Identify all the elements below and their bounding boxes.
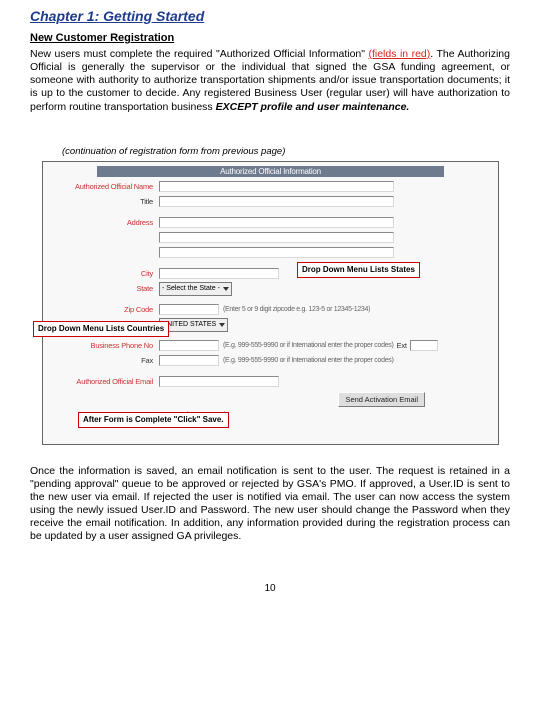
callout-countries-text: Drop Down Menu Lists Countries: [38, 324, 164, 333]
zip-field[interactable]: [159, 304, 219, 315]
callout-states: Drop Down Menu Lists States: [297, 262, 420, 279]
callout-save: After Form is Complete "Click" Save.: [78, 412, 229, 429]
label-email: Authorized Official Email: [43, 377, 159, 386]
fields-in-red: (fields in red): [368, 48, 430, 60]
email-field[interactable]: [159, 376, 279, 387]
chevron-down-icon: [219, 323, 225, 327]
registration-form-screenshot: Authorized Official Information Authoriz…: [42, 161, 499, 445]
label-city: City: [43, 269, 159, 278]
send-activation-email-button[interactable]: Send Activation Email: [338, 392, 425, 407]
closing-paragraph: Once the information is saved, an email …: [30, 465, 510, 544]
chevron-down-icon: [223, 287, 229, 291]
label-name: Authorized Official Name: [43, 182, 159, 191]
label-phone: Business Phone No: [43, 341, 159, 350]
state-select-value: - Select the State -: [162, 284, 220, 294]
fax-hint: (E.g. 999-555-9990 or if International e…: [223, 357, 394, 364]
label-address: Address: [43, 218, 159, 227]
section-title: New Customer Registration: [30, 32, 510, 44]
address-field-1[interactable]: [159, 217, 394, 228]
label-ext: Ext: [394, 341, 410, 350]
zip-hint: (Enter 5 or 9 digit zipcode e.g. 123-5 o…: [223, 306, 370, 313]
callout-states-text: Drop Down Menu Lists States: [302, 265, 415, 274]
label-title: Title: [43, 197, 159, 206]
title-field[interactable]: [159, 196, 394, 207]
except-clause: EXCEPT profile and user maintenance.: [216, 101, 410, 113]
fax-field[interactable]: [159, 355, 219, 366]
label-fax: Fax: [43, 356, 159, 365]
intro-paragraph: New users must complete the required "Au…: [30, 48, 510, 114]
callout-countries: Drop Down Menu Lists Countries: [33, 321, 169, 338]
chapter-title: Chapter 1: Getting Started: [30, 8, 510, 24]
ext-field[interactable]: [410, 340, 438, 351]
city-field[interactable]: [159, 268, 279, 279]
phone-hint: (E.g. 999-555-9990 or if International e…: [223, 342, 394, 349]
name-field[interactable]: [159, 181, 394, 192]
intro-text-a: New users must complete the required "Au…: [30, 48, 368, 60]
label-state: State: [43, 284, 159, 293]
address-field-3[interactable]: [159, 247, 394, 258]
callout-save-text: After Form is Complete "Click" Save.: [83, 415, 224, 424]
country-select-value: UNITED STATES: [162, 320, 216, 330]
label-zip: Zip Code: [43, 305, 159, 314]
form-section-header: Authorized Official Information: [97, 166, 444, 177]
address-field-2[interactable]: [159, 232, 394, 243]
phone-field[interactable]: [159, 340, 219, 351]
page-number: 10: [30, 583, 510, 594]
country-select[interactable]: UNITED STATES: [159, 318, 228, 332]
continuation-note: (continuation of registration form from …: [62, 146, 510, 157]
state-select[interactable]: - Select the State -: [159, 282, 232, 296]
